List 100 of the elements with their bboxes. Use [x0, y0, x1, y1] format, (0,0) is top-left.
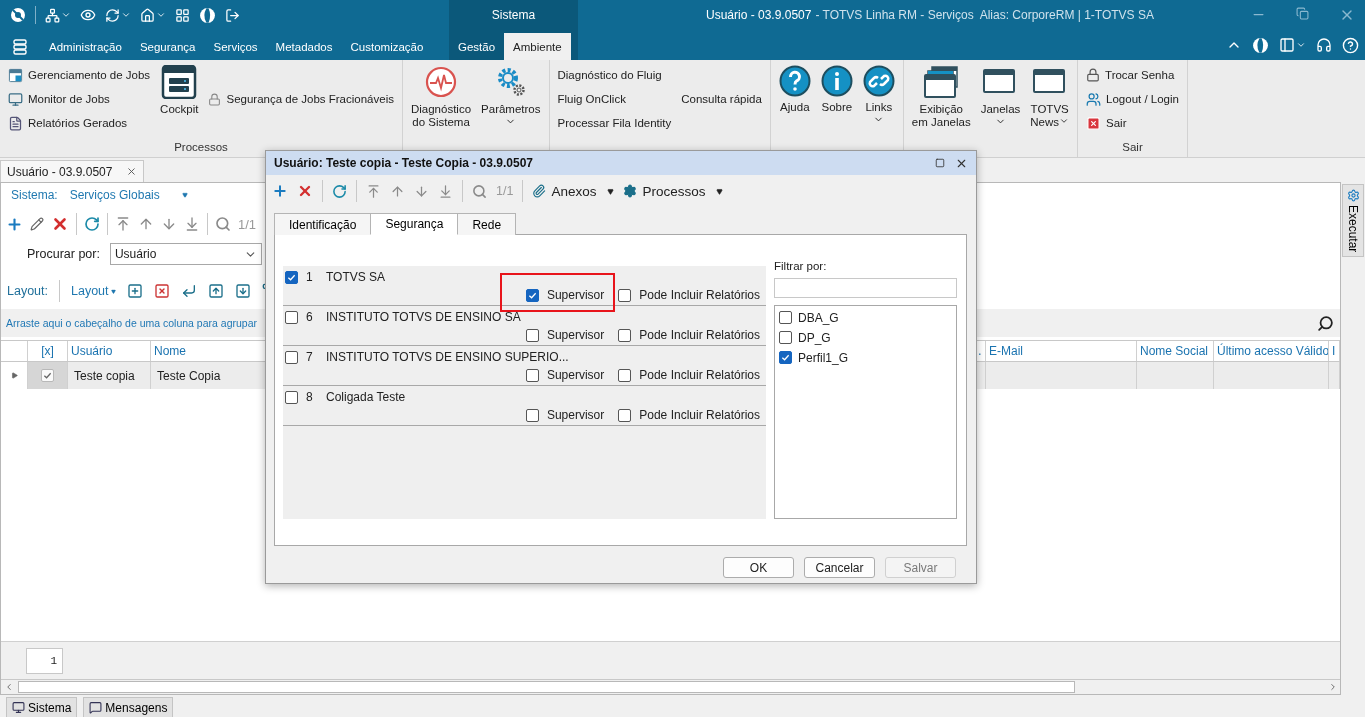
checkbox[interactable]	[618, 408, 632, 422]
ribbon-item[interactable]: Logout / Login	[1084, 87, 1181, 111]
ribbon-button[interactable]: Parâmetros	[479, 63, 543, 137]
search-icon[interactable]	[1317, 314, 1334, 332]
refresh-icon[interactable]	[84, 216, 100, 232]
down-icon[interactable]	[161, 216, 177, 232]
system-selector[interactable]: Sistema: Serviços Globais	[1, 183, 189, 207]
checkbox[interactable]	[525, 288, 539, 302]
tab[interactable]: Segurança	[370, 213, 459, 235]
menu-tab[interactable]: Ambiente	[504, 33, 571, 60]
restore-icon[interactable]	[1296, 7, 1309, 20]
column-header[interactable]: Nome Social	[1137, 341, 1214, 361]
checkbox[interactable]	[779, 351, 792, 364]
delete-icon[interactable]	[297, 183, 313, 199]
dialog-button[interactable]: OK	[723, 557, 794, 578]
toolbar-menu[interactable]: Processos	[623, 183, 724, 199]
refresh-icon[interactable]	[332, 183, 347, 199]
upload-icon[interactable]	[207, 283, 224, 299]
add-column-icon[interactable]	[126, 283, 143, 299]
checkbox[interactable]	[618, 288, 632, 302]
remove-column-icon[interactable]	[153, 283, 170, 299]
menu-tab[interactable]: Segurança	[130, 33, 205, 60]
ribbon-item[interactable]: Gerenciamento de Jobs	[6, 63, 153, 87]
sphere-icon[interactable]	[1252, 36, 1269, 54]
home-menu-button[interactable]	[140, 7, 166, 23]
column-header[interactable]: I	[1329, 341, 1340, 361]
exit-icon[interactable]	[225, 7, 240, 23]
refresh-menu-button[interactable]	[105, 7, 131, 23]
first-icon[interactable]	[115, 216, 131, 232]
dialog-button[interactable]: Cancelar	[804, 557, 875, 578]
ribbon-button[interactable]: Diagnóstico do Sistema	[408, 63, 474, 137]
checkbox[interactable]	[618, 368, 632, 382]
checkbox[interactable]	[285, 310, 298, 324]
tab[interactable]: Rede	[457, 213, 517, 235]
ribbon-item[interactable]: Diagnóstico do Fluig	[555, 63, 674, 87]
layout-menu[interactable]: Layout	[71, 284, 116, 298]
download-icon[interactable]	[234, 283, 251, 299]
checkbox[interactable]	[525, 368, 539, 382]
first-icon[interactable]	[366, 183, 381, 199]
tab[interactable]: Identificação	[274, 213, 372, 235]
delete-icon[interactable]	[51, 215, 69, 233]
panel-menu-button[interactable]	[1279, 37, 1306, 53]
ribbon-button[interactable]: Cockpit	[158, 63, 201, 137]
bottom-tab[interactable]: Sistema	[6, 697, 78, 717]
add-icon[interactable]	[6, 215, 23, 233]
checkbox[interactable]	[41, 369, 54, 382]
ribbon-button[interactable]: TOTVS News	[1028, 63, 1072, 137]
column-header[interactable]: Último acesso Válido	[1214, 341, 1329, 361]
checkbox[interactable]	[618, 328, 632, 342]
down-icon[interactable]	[414, 183, 429, 199]
ribbon-item[interactable]: Sair	[1084, 111, 1181, 135]
ribbon-item[interactable]: Monitor de Jobs	[6, 87, 153, 111]
toolbar-menu[interactable]: Anexos	[532, 183, 615, 199]
column-header[interactable]: [x]	[28, 341, 68, 361]
checkbox[interactable]	[779, 311, 792, 324]
filter-field[interactable]	[774, 278, 957, 298]
up-icon[interactable]	[138, 216, 154, 232]
bottom-tab[interactable]: Mensagens	[83, 697, 174, 717]
menu-tab[interactable]: Customização	[341, 33, 433, 60]
checkbox[interactable]	[525, 328, 539, 342]
ribbon-item[interactable]: Processar Fila Identity	[555, 111, 674, 135]
grid-icon[interactable]	[175, 7, 190, 23]
checkbox[interactable]	[285, 270, 298, 284]
ribbon-button[interactable]: Ajuda	[776, 63, 813, 137]
edit-icon[interactable]	[30, 217, 44, 231]
enter-icon[interactable]	[180, 283, 197, 299]
search-select[interactable]: Usuário	[109, 243, 262, 265]
network-menu-button[interactable]	[45, 7, 71, 23]
ribbon-button[interactable]: Sobre	[818, 63, 855, 137]
headset-icon[interactable]	[1316, 37, 1332, 53]
side-tab[interactable]: Executar	[1342, 184, 1364, 258]
ribbon-item[interactable]: Consulta rápida	[679, 87, 764, 111]
close-icon[interactable]	[126, 166, 138, 177]
column-header[interactable]: Usuário	[68, 341, 151, 361]
menu-tab[interactable]: Administração	[40, 33, 131, 60]
eye-icon[interactable]	[80, 7, 96, 23]
up-icon[interactable]	[390, 183, 405, 199]
ribbon-item[interactable]: Trocar Senha	[1084, 63, 1181, 87]
ribbon-button[interactable]: Links	[860, 63, 897, 137]
add-icon[interactable]	[272, 183, 288, 199]
logo-icon[interactable]	[10, 7, 26, 23]
maximize-icon[interactable]	[935, 158, 945, 168]
last-icon[interactable]	[438, 183, 453, 199]
sphere-icon[interactable]	[199, 6, 216, 24]
menu-tab[interactable]: Metadados	[266, 33, 342, 60]
menu-tab[interactable]: Gestão	[449, 33, 505, 60]
ribbon-item[interactable]: Segurança de Jobs Fracionáveis	[206, 87, 396, 111]
checkbox[interactable]	[285, 350, 298, 364]
menu-tab[interactable]: Serviços	[204, 33, 267, 60]
help-icon[interactable]	[1342, 36, 1359, 54]
ribbon-button[interactable]: Janelas	[978, 63, 1023, 137]
checkbox[interactable]	[285, 390, 298, 404]
ribbon-item[interactable]: Relatórios Gerados	[6, 111, 153, 135]
checkbox[interactable]	[525, 408, 539, 422]
column-header[interactable]: E-Mail	[986, 341, 1137, 361]
checkbox[interactable]	[779, 331, 792, 344]
ribbon-button[interactable]: Exibição em Janelas	[909, 63, 973, 137]
menu-icon[interactable]	[12, 38, 28, 55]
ribbon-item[interactable]: Fluig OnClick	[555, 87, 674, 111]
last-icon[interactable]	[184, 216, 200, 232]
